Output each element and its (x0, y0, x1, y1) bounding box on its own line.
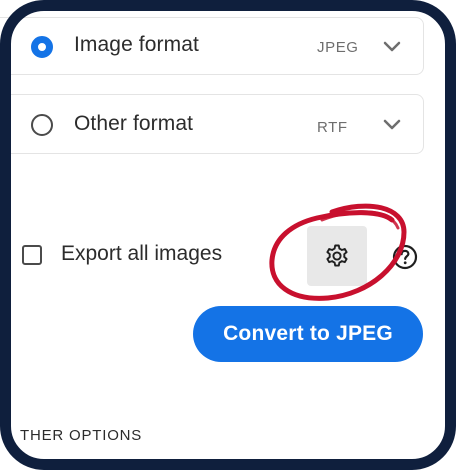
format-dropdown-value-image[interactable]: JPEG (317, 39, 359, 56)
export-all-images-label: Export all images (61, 242, 223, 265)
radio-image-format[interactable] (31, 36, 53, 58)
export-panel: Image format JPEG Other format RTF Expor… (0, 0, 456, 470)
chevron-down-icon[interactable] (383, 119, 401, 131)
export-panel-stage: Image format JPEG Other format RTF Expor… (0, 0, 456, 470)
help-icon[interactable] (392, 244, 418, 270)
format-option-image[interactable]: Image format JPEG (0, 17, 424, 75)
format-dropdown-value-other[interactable]: RTF (317, 119, 348, 136)
convert-button[interactable]: Convert to JPEG (193, 306, 423, 362)
gear-icon (326, 244, 348, 267)
format-label-image: Image format (74, 33, 199, 56)
format-label-other: Other format (74, 112, 194, 135)
radio-other-format[interactable] (31, 114, 53, 136)
format-option-other[interactable]: Other format RTF (0, 94, 424, 154)
chevron-down-icon[interactable] (383, 41, 401, 53)
other-options-heading[interactable]: THER OPTIONS (20, 427, 142, 444)
settings-button[interactable] (307, 226, 367, 286)
export-all-images-checkbox[interactable] (22, 245, 42, 265)
